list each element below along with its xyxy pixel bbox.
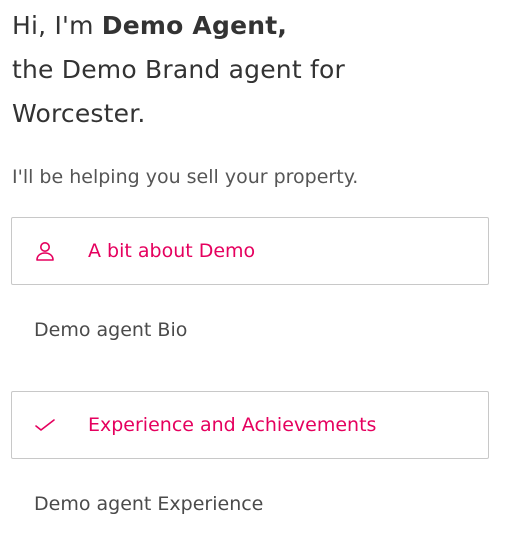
about-section-header[interactable]: A bit about Demo — [11, 217, 489, 285]
user-icon — [34, 240, 56, 262]
agent-experience-text: Demo agent Experience — [34, 493, 264, 515]
about-section-label: A bit about Demo — [88, 240, 256, 262]
intro-subtitle: I'll be helping you sell your property. — [12, 166, 359, 188]
experience-section-header[interactable]: Experience and Achievements — [11, 391, 489, 459]
experience-section-label: Experience and Achievements — [88, 414, 377, 436]
intro-greeting: Hi, I'm — [12, 11, 102, 40]
checkmark-icon — [34, 414, 56, 436]
agent-name: Demo Agent, — [101, 11, 288, 40]
intro-line-2: the Demo Brand agent for — [12, 55, 345, 84]
agent-bio-text: Demo agent Bio — [34, 319, 188, 341]
agent-intro-heading: Hi, I'm Demo Agent, the Demo Brand agent… — [12, 4, 507, 136]
intro-line-1: Hi, I'm Demo Agent, — [12, 4, 507, 48]
intro-line-3: Worcester. — [12, 99, 146, 128]
